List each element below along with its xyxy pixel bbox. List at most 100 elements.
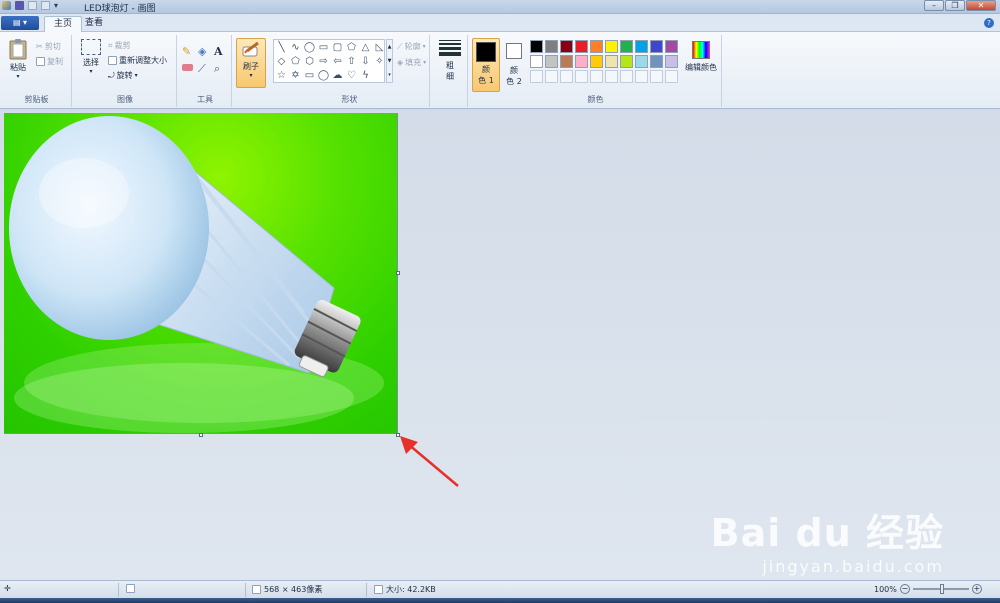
rotate-button[interactable]: ⤾ 旋转 ▾ <box>108 70 138 81</box>
rectangle-shape-icon[interactable]: ▭ <box>317 41 330 54</box>
custom-color-slot[interactable] <box>575 70 588 83</box>
resize-handle-right[interactable] <box>396 271 400 275</box>
rounded-rectangle-shape-icon[interactable]: ▢ <box>331 41 344 54</box>
cloud-callout-shape-icon[interactable]: ☁ <box>331 69 344 82</box>
palette-color-swatch[interactable] <box>575 55 588 68</box>
eraser-icon[interactable] <box>182 64 193 71</box>
lightning-shape-icon[interactable]: ϟ <box>359 69 372 82</box>
palette-color-swatch[interactable] <box>590 40 603 53</box>
custom-color-slot[interactable] <box>545 70 558 83</box>
select-button[interactable]: 选择 ▾ <box>78 39 104 75</box>
rect-callout-shape-icon[interactable]: ▭ <box>303 69 316 82</box>
zoom-slider[interactable] <box>912 584 969 594</box>
polygon-shape-icon[interactable]: ⬠ <box>345 41 358 54</box>
rotate-dropdown-icon[interactable]: ▾ <box>135 72 138 79</box>
oval-shape-icon[interactable]: ◯ <box>303 41 316 54</box>
color-picker-icon[interactable]: ⟋ <box>198 62 212 76</box>
palette-color-swatch[interactable] <box>620 55 633 68</box>
fill-bucket-icon[interactable]: ◈ <box>198 45 212 58</box>
resize-handle-bottom[interactable] <box>199 433 203 437</box>
palette-color-swatch[interactable] <box>635 55 648 68</box>
file-menu-button[interactable]: ▤ ▾ <box>1 16 39 30</box>
five-point-star-shape-icon[interactable]: ☆ <box>275 69 288 82</box>
palette-color-swatch[interactable] <box>665 40 678 53</box>
palette-color-swatch[interactable] <box>605 40 618 53</box>
outline-label: 轮廓 <box>404 42 421 51</box>
minimize-button[interactable]: – <box>924 0 944 11</box>
palette-color-swatch[interactable] <box>605 55 618 68</box>
crop-button[interactable]: ⌗ 裁剪 <box>108 40 131 51</box>
resize-button[interactable]: 重新调整大小 <box>108 55 167 66</box>
palette-color-swatch[interactable] <box>545 40 558 53</box>
four-point-star-shape-icon[interactable]: ✧ <box>373 55 386 68</box>
palette-color-swatch[interactable] <box>650 55 663 68</box>
magnifier-icon[interactable]: ⌕ <box>214 62 228 76</box>
maximize-button[interactable]: ❐ <box>945 0 965 11</box>
close-button[interactable]: ✕ <box>966 0 996 11</box>
left-arrow-shape-icon[interactable]: ⇦ <box>331 55 344 68</box>
canvas-workspace[interactable]: Bai du 经验 jingyan.baidu.com <box>0 110 1000 580</box>
paste-button[interactable]: 粘贴 ▾ <box>6 38 30 80</box>
diamond-shape-icon[interactable]: ◇ <box>275 55 288 68</box>
watermark-url: jingyan.baidu.com <box>762 557 944 576</box>
triangle-shape-icon[interactable]: △ <box>359 41 372 54</box>
custom-color-slot[interactable] <box>620 70 633 83</box>
palette-color-swatch[interactable] <box>575 40 588 53</box>
custom-color-slot[interactable] <box>605 70 618 83</box>
text-tool-icon[interactable]: A <box>214 45 228 58</box>
up-arrow-shape-icon[interactable]: ⇧ <box>345 55 358 68</box>
tab-view[interactable]: 查看 <box>76 16 112 33</box>
custom-color-slot[interactable] <box>635 70 648 83</box>
pentagon-shape-icon[interactable]: ⬠ <box>289 55 302 68</box>
custom-color-slot[interactable] <box>530 70 543 83</box>
status-separator <box>245 583 246 597</box>
redo-icon[interactable] <box>41 1 50 10</box>
customize-quick-access-icon[interactable]: ▾ <box>54 1 61 10</box>
save-icon[interactable] <box>15 1 24 10</box>
right-arrow-shape-icon[interactable]: ⇨ <box>317 55 330 68</box>
color1-button[interactable]: 颜 色 1 <box>472 38 500 92</box>
palette-color-swatch[interactable] <box>635 40 648 53</box>
paste-dropdown-icon[interactable]: ▾ <box>6 73 30 80</box>
zoom-in-icon[interactable]: + <box>971 584 982 594</box>
image-canvas[interactable] <box>4 113 398 434</box>
custom-color-slot[interactable] <box>665 70 678 83</box>
undo-icon[interactable] <box>28 1 37 10</box>
palette-color-swatch[interactable] <box>560 55 573 68</box>
palette-color-swatch[interactable] <box>530 40 543 53</box>
select-dropdown-icon[interactable]: ▾ <box>78 68 104 75</box>
zoom-slider-thumb[interactable] <box>939 584 944 594</box>
fill-button[interactable]: ◈ 填充 ▾ <box>387 57 426 68</box>
heart-shape-icon[interactable]: ♡ <box>345 69 358 82</box>
palette-color-swatch[interactable] <box>560 40 573 53</box>
help-icon[interactable]: ? <box>984 18 994 28</box>
custom-color-slot[interactable] <box>560 70 573 83</box>
custom-color-slot[interactable] <box>590 70 603 83</box>
palette-color-swatch[interactable] <box>665 55 678 68</box>
palette-color-swatch[interactable] <box>650 40 663 53</box>
down-arrow-shape-icon[interactable]: ⇩ <box>359 55 372 68</box>
color2-button[interactable]: 颜 色 2 <box>502 38 526 87</box>
edit-colors-button[interactable]: 编辑颜色 <box>683 41 719 73</box>
hexagon-shape-icon[interactable]: ⬡ <box>303 55 316 68</box>
curve-shape-icon[interactable]: ∿ <box>289 41 302 54</box>
pencil-icon[interactable]: ✎ <box>182 45 196 58</box>
outline-button[interactable]: ⟋ 轮廓 ▾ <box>387 41 426 52</box>
palette-color-swatch[interactable] <box>530 55 543 68</box>
right-triangle-shape-icon[interactable]: ◺ <box>373 41 386 54</box>
palette-color-swatch[interactable] <box>590 55 603 68</box>
brush-button[interactable]: 刷子 ▾ <box>236 38 266 88</box>
paint-app-icon[interactable] <box>2 1 11 10</box>
palette-color-swatch[interactable] <box>620 40 633 53</box>
rotate-label: 旋转 <box>116 71 133 80</box>
oval-callout-shape-icon[interactable]: ◯ <box>317 69 330 82</box>
palette-color-swatch[interactable] <box>545 55 558 68</box>
six-point-star-shape-icon[interactable]: ✡ <box>289 69 302 82</box>
window-controls: – ❐ ✕ <box>924 0 996 11</box>
cut-button[interactable]: ✂ 剪切 <box>36 41 61 52</box>
line-shape-icon[interactable]: ╲ <box>275 41 288 54</box>
size-button[interactable]: 粗 细 <box>436 40 464 82</box>
copy-button[interactable]: 复制 <box>36 56 63 67</box>
custom-color-slot[interactable] <box>650 70 663 83</box>
zoom-out-icon[interactable]: − <box>899 584 910 594</box>
